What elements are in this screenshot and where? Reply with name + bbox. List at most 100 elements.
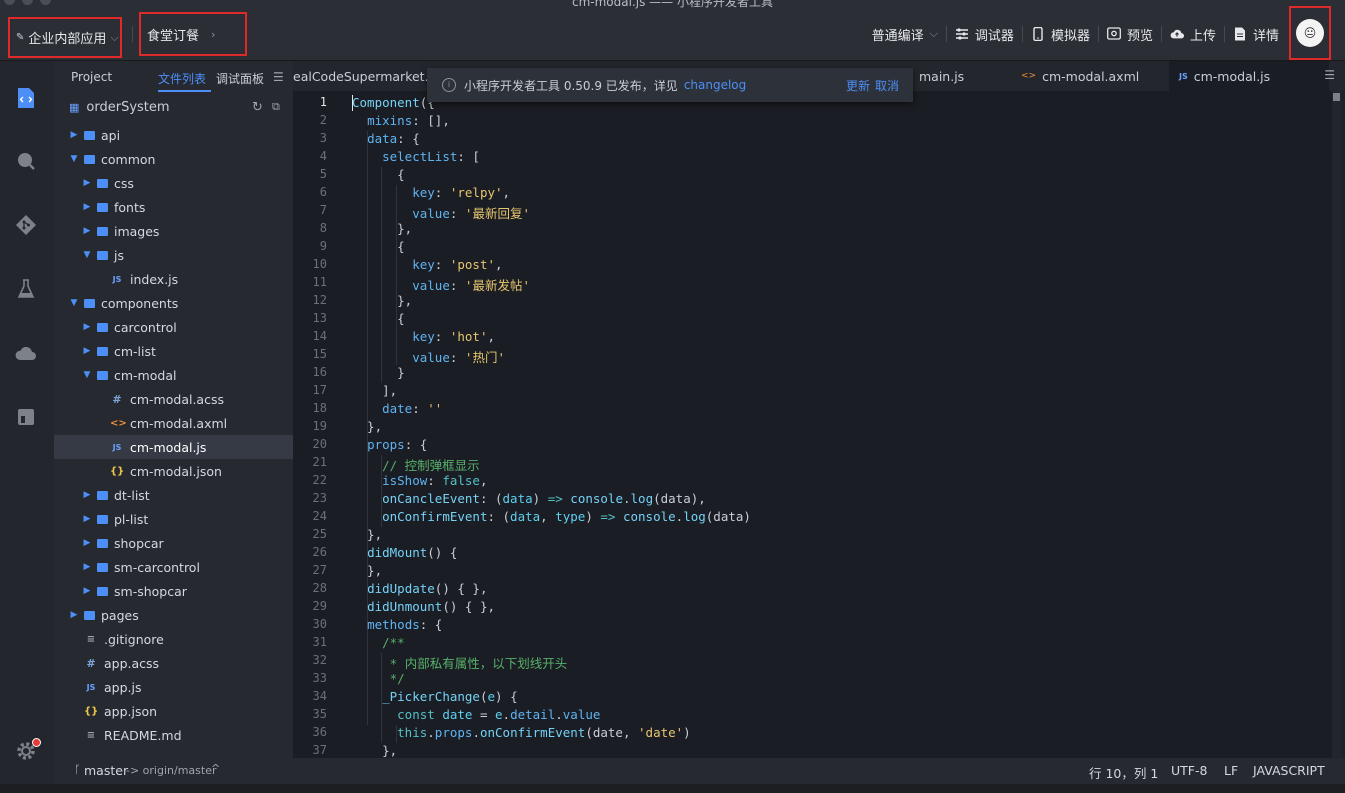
collapse-all-icon[interactable]: ⧉ <box>272 100 280 114</box>
tree-folder[interactable]: ▼ cm-modal <box>54 363 293 387</box>
tree-folder[interactable]: ▶ carcontrol <box>54 315 293 339</box>
code-token: * 内部私有属性，以下划线开头 <box>389 656 568 671</box>
tree-file[interactable]: # app.acss <box>54 651 293 675</box>
caret-right-icon[interactable]: ▶ <box>68 130 80 140</box>
upload-button[interactable]: 上传 <box>1162 25 1224 44</box>
language-mode[interactable]: JAVASCRIPT <box>1253 763 1325 778</box>
simulator-button[interactable]: 模拟器 <box>1023 25 1098 44</box>
tree-item-label: dt-list <box>114 487 150 503</box>
folder-icon <box>97 538 108 548</box>
search-icon[interactable] <box>15 150 37 172</box>
preview-button[interactable]: 预览 <box>1099 25 1161 44</box>
settings-gear-icon[interactable] <box>15 738 41 762</box>
caret-down-icon[interactable]: ▼ <box>68 298 80 308</box>
tree-folder[interactable]: ▶ images <box>54 219 293 243</box>
cursor-position[interactable]: 行 10，列 1 <box>1089 763 1158 782</box>
tree-folder[interactable]: ▶ fonts <box>54 195 293 219</box>
tree-folder[interactable]: ▶ cm-list <box>54 339 293 363</box>
editor-scrollbar[interactable] <box>1332 91 1341 758</box>
caret-right-icon[interactable]: ▶ <box>81 202 93 212</box>
line-number: 16 <box>312 365 327 379</box>
end-of-line[interactable]: LF <box>1224 763 1238 778</box>
caret-right-icon[interactable]: ▶ <box>81 514 93 524</box>
caret-right-icon[interactable]: ▶ <box>81 586 93 596</box>
flask-icon[interactable] <box>15 278 37 300</box>
code-line: value: '最新回复' <box>352 203 530 222</box>
tab-file-list[interactable]: 文件列表 <box>158 70 206 87</box>
folder-icon <box>97 226 108 236</box>
caret-right-icon[interactable]: ▶ <box>81 562 93 572</box>
js-file-icon: JS <box>86 682 96 692</box>
editor-tab-mealcode[interactable]: ealCodeSupermarket.js <box>293 61 439 91</box>
debugger-button[interactable]: 调试器 <box>947 25 1022 44</box>
details-button[interactable]: 详情 <box>1225 25 1287 44</box>
app-selector[interactable]: 食堂订餐 › <box>139 12 247 56</box>
scrollbar-thumb[interactable] <box>1333 93 1340 101</box>
code-view-icon[interactable] <box>15 87 37 109</box>
editor-tab-cm-modal-js[interactable]: JS cm-modal.js <box>1169 61 1329 91</box>
git-branch[interactable]: master <box>84 763 128 778</box>
tree-folder[interactable]: ▶ shopcar <box>54 531 293 555</box>
tree-folder[interactable]: ▼ js <box>54 243 293 267</box>
refresh-icon[interactable]: ↻ <box>252 100 263 115</box>
tree-file[interactable]: ≡ README.md <box>54 723 293 747</box>
tree-file[interactable]: JS app.js <box>54 675 293 699</box>
caret-down-icon[interactable]: ▼ <box>81 250 93 260</box>
caret-right-icon[interactable]: ▶ <box>81 178 93 188</box>
caret-down-icon[interactable]: ▼ <box>81 370 93 380</box>
tree-folder[interactable]: ▶ pages <box>54 603 293 627</box>
code-token: }, <box>352 221 413 236</box>
caret-down-icon[interactable]: ▼ <box>68 154 80 164</box>
file-encoding[interactable]: UTF-8 <box>1171 763 1207 778</box>
tree-file[interactable]: JS index.js <box>54 267 293 291</box>
json-file-icon: {} <box>110 465 125 477</box>
tree-folder[interactable]: ▼ components <box>54 291 293 315</box>
tree-folder[interactable]: ▶ dt-list <box>54 483 293 507</box>
tree-file[interactable]: {} app.json <box>54 699 293 723</box>
chevron-up-icon[interactable]: ^ <box>211 762 220 775</box>
caret-right-icon[interactable]: ▶ <box>81 322 93 332</box>
tree-folder[interactable]: ▶ sm-carcontrol <box>54 555 293 579</box>
cancel-button[interactable]: 取消 <box>875 77 899 94</box>
tree-folder[interactable]: ▶ css <box>54 171 293 195</box>
plugin-store-icon[interactable] <box>15 406 37 428</box>
code-token: () { }, <box>434 581 488 596</box>
caret-right-icon[interactable]: ▶ <box>81 226 93 236</box>
compile-mode-select[interactable]: 普通编译 ⌵ <box>864 25 946 44</box>
tab-project[interactable]: Project <box>71 70 112 84</box>
tree-file[interactable]: <> cm-modal.axml <box>54 411 293 435</box>
caret-right-icon[interactable]: ▶ <box>81 490 93 500</box>
tree-item-label: .gitignore <box>104 631 164 647</box>
tree-file[interactable]: ≡ .gitignore <box>54 627 293 651</box>
code-editor[interactable]: 1 2 3 4 5 6 7 8 9 10 11 12 13 14 15 16 17 18 19 20 21 22 23 24 2… <box>293 91 1341 758</box>
editor-tab-label: cm-modal.axml <box>1042 68 1140 84</box>
caret-right-icon[interactable]: ▶ <box>68 610 80 620</box>
folder-icon <box>84 610 95 620</box>
caret-right-icon[interactable]: ▶ <box>81 346 93 356</box>
project-selector[interactable]: ✎ 企业内部应用 ⌵ <box>8 17 122 58</box>
tree-folder[interactable]: ▶ sm-shopcar <box>54 579 293 603</box>
tree-folder[interactable]: ▶ api <box>54 123 293 147</box>
tree-folder[interactable]: ▼ common <box>54 147 293 171</box>
caret-right-icon[interactable]: ▶ <box>81 538 93 548</box>
update-button[interactable]: 更新 <box>846 77 870 94</box>
folder-open-icon <box>84 298 95 308</box>
code-token: const <box>397 707 435 722</box>
code-token: console <box>622 509 676 524</box>
changelog-link[interactable]: changelog <box>684 78 746 92</box>
project-root[interactable]: ▦ orderSystem ↻ ⧉ <box>54 95 293 119</box>
tab-debug-panel[interactable]: 调试面板 <box>216 70 264 87</box>
cloud-icon[interactable] <box>15 342 37 364</box>
tree-file[interactable]: {} cm-modal.json <box>54 459 293 483</box>
split-editor-icon[interactable]: ☰ <box>1324 68 1335 82</box>
panel-menu-icon[interactable]: ☰ <box>273 70 284 84</box>
tree-folder[interactable]: ▶ pl-list <box>54 507 293 531</box>
tree-file[interactable]: JS cm-modal.js <box>54 435 293 459</box>
user-avatar-button[interactable]: 😐 <box>1289 6 1331 60</box>
editor-tab-cm-modal-axml[interactable]: <> cm-modal.axml <box>1021 61 1161 91</box>
editor-tab-main-js[interactable]: main.js <box>911 61 1005 91</box>
toolbar-actions: 普通编译 ⌵ 调试器 模拟器 预览 上传 详情 <box>864 22 1287 46</box>
tree-file[interactable]: # cm-modal.acss <box>54 387 293 411</box>
git-icon[interactable] <box>15 214 37 236</box>
tree-item-label: common <box>101 151 156 167</box>
